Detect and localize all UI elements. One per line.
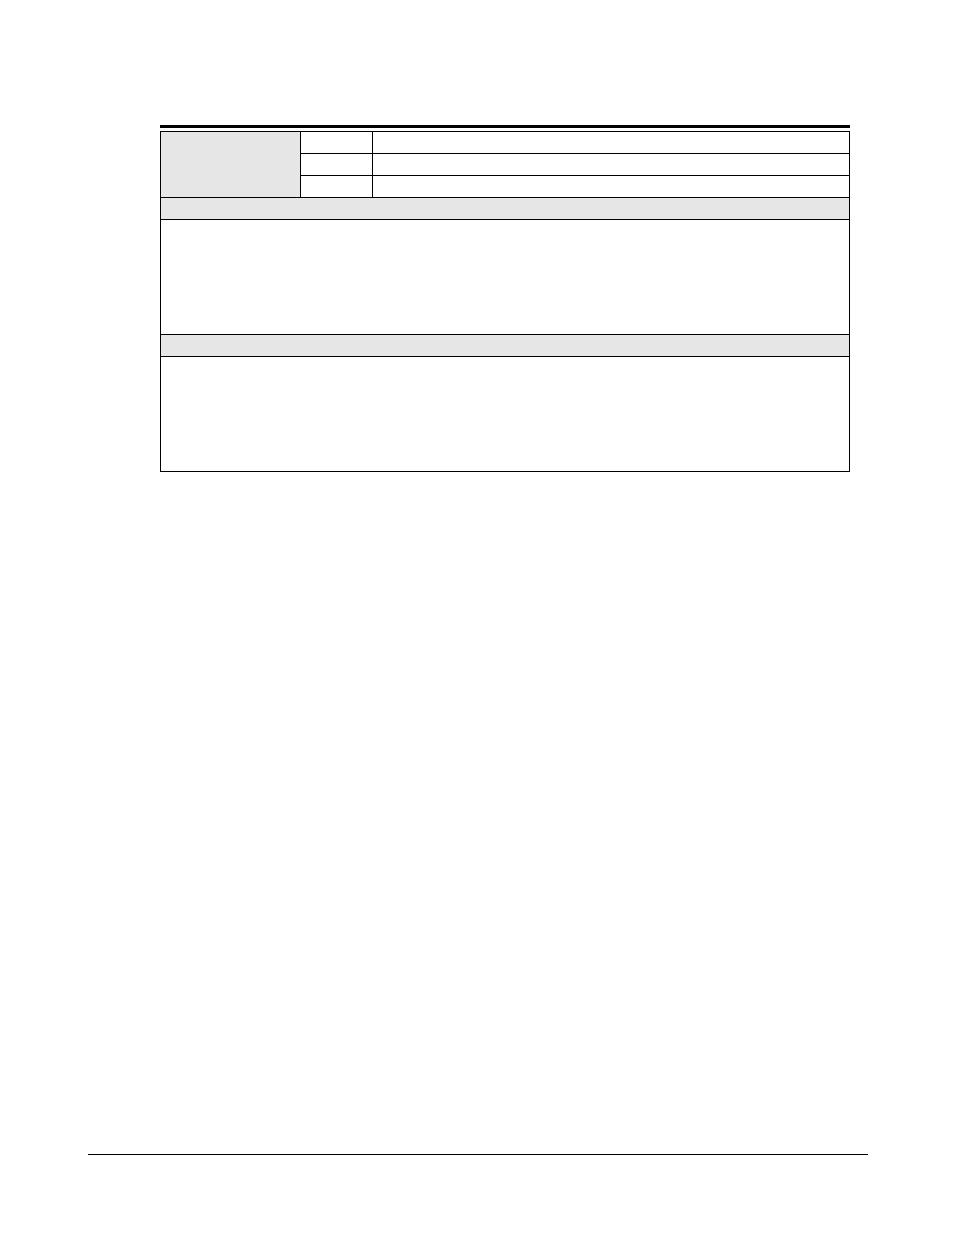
cell — [300, 154, 372, 176]
section-header-row — [161, 198, 850, 220]
cell — [372, 154, 849, 176]
section-body — [161, 220, 850, 335]
content-table — [160, 131, 850, 472]
table-row — [161, 132, 850, 154]
section-body-row — [161, 220, 850, 335]
cell — [300, 176, 372, 198]
page — [0, 0, 954, 1235]
footer-rule — [88, 1154, 868, 1155]
section-header-row — [161, 335, 850, 357]
cell — [372, 132, 849, 154]
cell — [300, 132, 372, 154]
section-body — [161, 357, 850, 472]
section-header — [161, 198, 850, 220]
cell-left-block — [161, 132, 301, 198]
section-body-row — [161, 357, 850, 472]
top-rule — [160, 125, 850, 128]
cell — [372, 176, 849, 198]
section-header — [161, 335, 850, 357]
